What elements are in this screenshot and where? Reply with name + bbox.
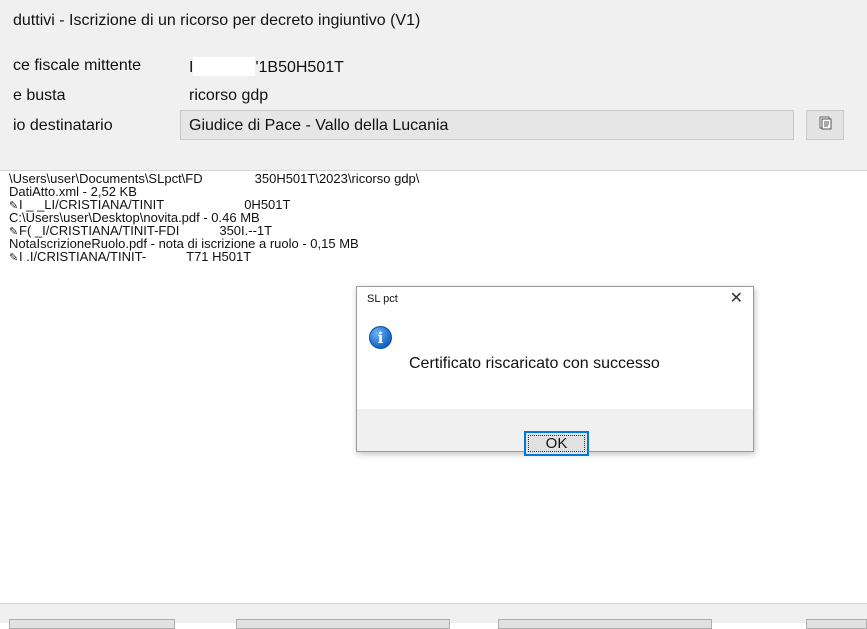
dialog-title: SL pct: [367, 293, 398, 305]
recipient-office-value: Giudice di Pace - Vallo della Lucania: [189, 117, 449, 134]
bottom-button-4[interactable]: [806, 619, 867, 629]
dialog-body: i Certificato riscaricato con successo O…: [357, 313, 753, 456]
bottom-button-2[interactable]: [236, 619, 450, 629]
file-list-item: ✎I .I/CRISTIANA/TINIT- T71 H501T: [9, 249, 867, 264]
dialog-message: Certificato riscaricato con successo: [409, 355, 660, 372]
window-title: duttivi - Iscrizione di un ricorso per d…: [13, 12, 421, 29]
sender-tax-code-label: ce fiscale mittente: [13, 57, 142, 74]
bottom-button-1[interactable]: [9, 619, 175, 629]
document-list-icon: [818, 116, 832, 135]
file-line-text-tail: 350H501T\2023\ricorso gdp\: [254, 171, 420, 186]
bottom-button-3[interactable]: [498, 619, 712, 629]
recipient-office-field[interactable]: Giudice di Pace - Vallo della Lucania: [180, 110, 794, 140]
dialog-titlebar[interactable]: SL pct ✕: [357, 287, 753, 313]
recipient-browse-button[interactable]: [806, 110, 844, 140]
file-line-text-tail: T71 H501T: [186, 249, 252, 264]
ok-button[interactable]: OK: [524, 431, 589, 456]
envelope-name-label: e busta: [13, 87, 66, 104]
sender-tax-code-suffix: '1B50H501T: [255, 59, 344, 76]
pencil-icon: ✎: [9, 252, 19, 264]
redacted-block: [202, 173, 255, 185]
recipient-office-label: io destinatario: [13, 117, 113, 134]
header-panel: duttivi - Iscrizione di un ricorso per d…: [0, 0, 867, 171]
dialog-footer: OK: [357, 409, 753, 456]
info-icon: i: [369, 326, 392, 349]
bottom-toolbar: [0, 604, 867, 629]
sender-tax-code-value: I '1B50H501T: [189, 57, 344, 77]
redacted-block: [146, 251, 187, 263]
envelope-name-value: ricorso gdp: [189, 87, 269, 104]
message-dialog: SL pct ✕ i Certificato riscaricato con s…: [356, 286, 754, 456]
file-list-item: \Users\user\Documents\SLpct\FD 350H501T\2…: [9, 172, 867, 185]
redacted-block: [193, 57, 256, 76]
envelope-file-list: \Users\user\Documents\SLpct\FD 350H501T\2…: [9, 172, 867, 264]
file-line-text: I .I/CRISTIANA/TINIT-: [19, 249, 147, 264]
close-icon[interactable]: ✕: [730, 290, 743, 308]
